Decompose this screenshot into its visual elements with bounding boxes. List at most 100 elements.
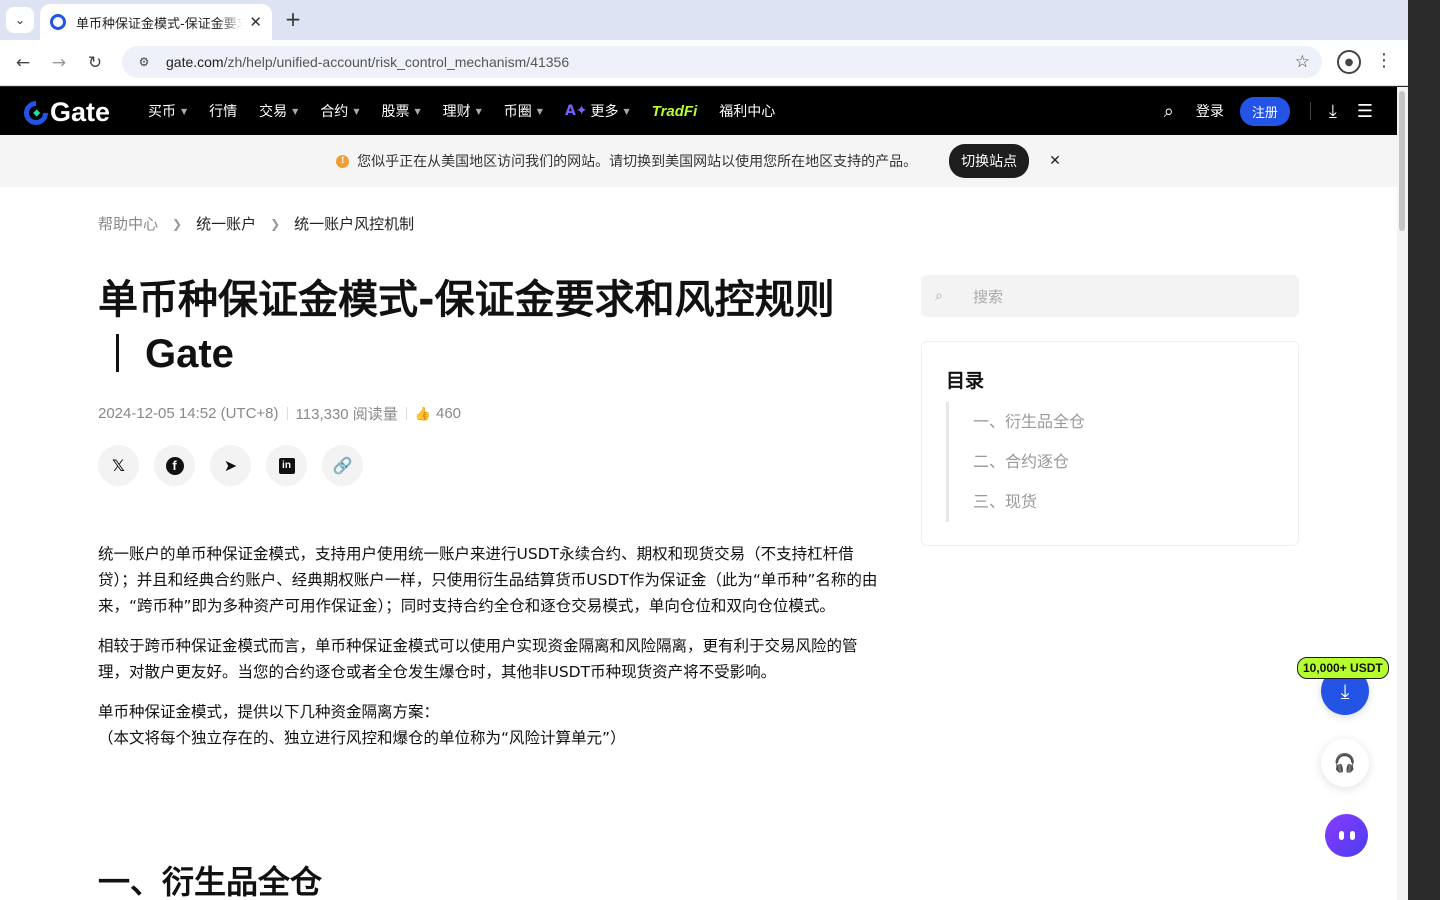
browser-tab-active[interactable]: 单币种保证金模式-保证金要求和风控规则 ✕ bbox=[40, 4, 272, 40]
caret-down-icon: ▼ bbox=[353, 106, 360, 116]
caret-down-icon: ▼ bbox=[536, 106, 543, 116]
warning-icon: ! bbox=[336, 154, 350, 168]
nav-label: 股票 bbox=[381, 104, 410, 120]
bonus-badge[interactable]: 10,000+ USDT bbox=[1297, 657, 1389, 679]
nav-label: 合约 bbox=[320, 104, 349, 120]
nav-label: 买币 bbox=[148, 104, 176, 120]
search-placeholder: 搜索 bbox=[973, 287, 1004, 306]
divider bbox=[1309, 102, 1311, 120]
header-actions: ⌕ 登录 注册 ⤓ ☰ bbox=[1164, 87, 1373, 135]
breadcrumb: 帮助中心 ❯ 统一账户 ❯ 统一账户风控机制 bbox=[98, 213, 414, 234]
section-heading: 一、衍生品全仓 bbox=[98, 863, 323, 900]
nav-item-stocks[interactable]: 股票 ▼ bbox=[381, 101, 420, 121]
bookmark-star-icon[interactable]: ☆ bbox=[1295, 52, 1310, 72]
nav-item-square[interactable]: 币圈 ▼ bbox=[504, 101, 543, 121]
region-banner: ! 您似乎正在从美国地区访问我们的网站。请切换到美国网站以使用您所在地区支持的产… bbox=[0, 135, 1397, 187]
toc-item[interactable]: 二、合约逐仓 bbox=[973, 442, 1085, 482]
main-nav: 买币 ▼ 行情 交易 ▼ 合约 ▼ 股票 ▼ 理财 ▼ 币圈 ▼ A✦ 更多 ▼ TradFi … bbox=[148, 87, 797, 135]
login-link[interactable]: 登录 bbox=[1196, 101, 1224, 121]
telegram-icon[interactable]: ➤ bbox=[210, 445, 251, 486]
nav-label: 行情 bbox=[209, 104, 238, 120]
nav-item-markets[interactable]: 行情 bbox=[209, 101, 237, 121]
nav-item-welfare[interactable]: 福利中心 bbox=[719, 101, 775, 121]
gate-favicon-icon bbox=[50, 14, 66, 30]
caret-down-icon: ▼ bbox=[475, 106, 482, 116]
browser-toolbar: ← → ↻ ⚙ gate.com/zh/help/unified-account… bbox=[0, 40, 1408, 86]
tradfi-logo: TradFi bbox=[651, 102, 698, 120]
browser-menu-icon[interactable]: ⋮ bbox=[1374, 50, 1394, 71]
share-buttons: 𝕏 f ➤ in 🔗 bbox=[98, 445, 378, 486]
site-info-icon[interactable]: ⚙ bbox=[136, 54, 152, 70]
thumbs-up-icon[interactable]: 👍 bbox=[415, 406, 431, 422]
table-of-contents: 目录 一、衍生品全仓 二、合约逐仓 三、现货 bbox=[921, 341, 1299, 546]
page-title: 单币种保证金模式-保证金要求和风控规则 Gate bbox=[98, 273, 858, 381]
nav-item-more[interactable]: A✦ 更多 ▼ bbox=[565, 101, 630, 121]
linkedin-icon[interactable]: in bbox=[266, 445, 307, 486]
close-icon[interactable]: ✕ bbox=[1049, 153, 1061, 169]
browser-tabstrip: ⌄ 单币种保证金模式-保证金要求和风控规则 ✕ + bbox=[0, 0, 1408, 40]
toc-item[interactable]: 一、衍生品全仓 bbox=[973, 402, 1085, 442]
search-icon[interactable]: ⌕ bbox=[1164, 101, 1174, 122]
chevron-right-icon: ❯ bbox=[270, 216, 281, 231]
paragraph: 统一账户的单币种保证金模式，支持用户使用统一账户来进行USDT永续合约、期权和现… bbox=[98, 545, 878, 615]
page-scrollbar[interactable] bbox=[1397, 87, 1408, 900]
divider bbox=[405, 407, 407, 420]
site-header: Gate 买币 ▼ 行情 交易 ▼ 合约 ▼ 股票 ▼ 理财 ▼ 币圈 ▼ A✦ 更多 ▼ Tr… bbox=[0, 87, 1397, 135]
title-brand: Gate bbox=[145, 332, 234, 376]
ai-assistant-button[interactable] bbox=[1325, 814, 1368, 857]
divider bbox=[286, 407, 288, 420]
paragraph-line: （本文将每个独立存在的、独立进行风控和爆仓的单位称为“风险计算单元”） bbox=[98, 729, 626, 747]
nav-item-trade[interactable]: 交易 ▼ bbox=[259, 101, 298, 121]
scrollbar-thumb[interactable] bbox=[1399, 91, 1405, 231]
nav-item-buy[interactable]: 买币 ▼ bbox=[148, 101, 187, 121]
gate-logo[interactable]: Gate bbox=[19, 95, 111, 130]
nav-label: 理财 bbox=[442, 104, 471, 120]
logo-text: Gate bbox=[50, 97, 111, 127]
back-arrow-icon[interactable]: ← bbox=[10, 50, 36, 76]
tab-title: 单币种保证金模式-保证金要求和风控规则 bbox=[76, 16, 244, 32]
forward-arrow-icon[interactable]: → bbox=[46, 50, 72, 76]
toc-title: 目录 bbox=[946, 370, 985, 392]
switch-site-button[interactable]: 切换站点 bbox=[949, 144, 1030, 178]
profile-icon[interactable]: ● bbox=[1337, 50, 1361, 74]
publish-date: 2024-12-05 14:52 (UTC+8) bbox=[98, 405, 279, 422]
nav-label: 交易 bbox=[259, 104, 288, 120]
breadcrumb-help-center[interactable]: 帮助中心 bbox=[98, 213, 158, 234]
breadcrumb-current[interactable]: 统一账户风控机制 bbox=[294, 213, 414, 234]
caret-down-icon: ▼ bbox=[414, 106, 421, 116]
customer-support-button[interactable]: 🎧 bbox=[1321, 739, 1369, 787]
breadcrumb-unified-account[interactable]: 统一账户 bbox=[196, 213, 256, 234]
like-count: 460 bbox=[436, 405, 462, 422]
nav-label: 更多 bbox=[590, 104, 619, 120]
download-icon[interactable]: ⤓ bbox=[1329, 101, 1337, 122]
ai-bot-icon bbox=[1338, 831, 1355, 840]
page-viewport: Gate 买币 ▼ 行情 交易 ▼ 合约 ▼ 股票 ▼ 理财 ▼ 币圈 ▼ A✦ 更多 ▼ Tr… bbox=[0, 87, 1397, 900]
search-icon: ⌕ bbox=[935, 288, 943, 304]
desktop-edge bbox=[1408, 0, 1440, 900]
signup-button[interactable]: 注册 bbox=[1239, 96, 1290, 126]
nav-item-tradfi[interactable]: TradFi bbox=[652, 103, 698, 120]
article-meta: 2024-12-05 14:52 (UTC+8) 113,330 阅读量 👍 4… bbox=[98, 403, 461, 424]
copy-link-icon[interactable]: 🔗 bbox=[322, 445, 363, 486]
nav-item-earn[interactable]: 理财 ▼ bbox=[443, 101, 482, 121]
address-bar[interactable]: ⚙ gate.com/zh/help/unified-account/risk_… bbox=[122, 46, 1322, 78]
caret-down-icon: ▼ bbox=[623, 106, 630, 116]
hamburger-menu-icon[interactable]: ☰ bbox=[1357, 101, 1373, 122]
new-tab-button[interactable]: + bbox=[282, 7, 304, 31]
help-search-input[interactable]: ⌕ 搜索 bbox=[921, 275, 1299, 317]
headset-icon: 🎧 bbox=[1333, 752, 1357, 774]
toc-list: 一、衍生品全仓 二、合约逐仓 三、现货 bbox=[946, 402, 1085, 522]
tab-close-icon[interactable]: ✕ bbox=[249, 13, 262, 31]
nav-label: 福利中心 bbox=[719, 104, 776, 120]
caret-down-icon: ▼ bbox=[181, 106, 188, 116]
facebook-icon[interactable]: f bbox=[154, 445, 195, 486]
reload-icon[interactable]: ↻ bbox=[82, 50, 108, 76]
article-body: 统一账户的单币种保证金模式，支持用户使用统一账户来进行USDT永续合约、期权和现… bbox=[98, 541, 878, 765]
url-path: /zh/help/unified-account/risk_control_me… bbox=[223, 54, 570, 70]
gate-logo-icon bbox=[19, 95, 53, 130]
tab-search-chevron-icon[interactable]: ⌄ bbox=[6, 7, 34, 33]
url-host: gate.com bbox=[166, 54, 224, 70]
toc-item[interactable]: 三、现货 bbox=[973, 482, 1085, 522]
nav-item-futures[interactable]: 合约 ▼ bbox=[320, 101, 359, 121]
x-twitter-icon[interactable]: 𝕏 bbox=[98, 445, 139, 486]
